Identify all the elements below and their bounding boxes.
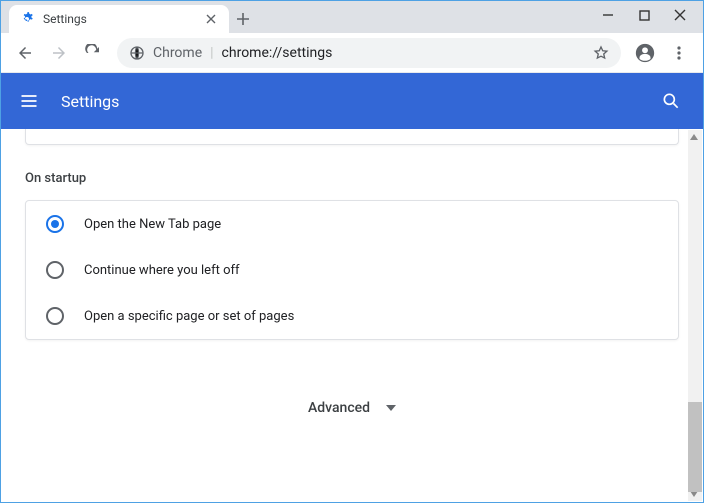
scroll-up-arrow-icon[interactable]	[689, 132, 699, 142]
radio-button[interactable]	[46, 307, 64, 325]
search-icon[interactable]	[659, 89, 683, 113]
close-tab-icon[interactable]	[203, 11, 219, 27]
reload-button[interactable]	[77, 37, 109, 69]
startup-option-2[interactable]: Open a specific page or set of pages	[26, 293, 678, 339]
startup-option-1[interactable]: Continue where you left off	[26, 247, 678, 293]
hamburger-menu-icon[interactable]	[17, 89, 41, 113]
address-bar[interactable]: Chrome | chrome://settings	[117, 38, 621, 68]
window-close-icon[interactable]	[673, 8, 687, 22]
radio-label: Continue where you left off	[84, 263, 240, 278]
url-separator: |	[210, 45, 213, 61]
scrollbar-thumb[interactable]	[688, 402, 702, 492]
minimize-icon[interactable]	[601, 8, 615, 22]
chevron-down-icon	[386, 405, 396, 411]
content-area: On startup Open the New Tab page Continue…	[1, 129, 703, 502]
tab-title: Settings	[43, 12, 203, 26]
browser-menu-button[interactable]	[663, 37, 695, 69]
url-text: Chrome | chrome://settings	[153, 45, 585, 61]
advanced-toggle[interactable]: Advanced	[25, 400, 679, 416]
page-title: Settings	[61, 92, 119, 111]
page-header: Settings	[1, 73, 703, 129]
forward-button[interactable]	[43, 37, 75, 69]
new-tab-button[interactable]	[229, 5, 257, 33]
radio-button[interactable]	[46, 215, 64, 233]
startup-option-0[interactable]: Open the New Tab page	[26, 201, 678, 247]
title-bar: Settings	[1, 1, 703, 33]
radio-button[interactable]	[46, 261, 64, 279]
radio-label: Open the New Tab page	[84, 217, 221, 232]
section-title: On startup	[25, 171, 679, 186]
toolbar: Chrome | chrome://settings	[1, 33, 703, 73]
radio-label: Open a specific page or set of pages	[84, 309, 294, 324]
profile-avatar-icon[interactable]	[629, 37, 661, 69]
back-button[interactable]	[9, 37, 41, 69]
site-info-icon[interactable]	[129, 45, 145, 61]
settings-gear-icon	[19, 11, 35, 27]
previous-section-card	[25, 129, 679, 145]
url-path: chrome://settings	[222, 45, 333, 61]
bookmark-star-icon[interactable]	[593, 45, 609, 61]
advanced-label: Advanced	[308, 400, 370, 416]
browser-tab[interactable]: Settings	[9, 5, 229, 33]
url-scheme-label: Chrome	[153, 45, 202, 61]
on-startup-card: Open the New Tab page Continue where you …	[25, 200, 679, 340]
window-controls	[601, 1, 699, 29]
maximize-icon[interactable]	[637, 8, 651, 22]
